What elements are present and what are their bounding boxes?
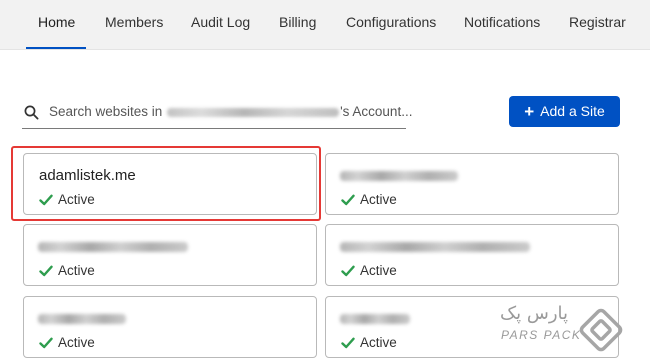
site-card[interactable]: Active [23,224,317,286]
search-placeholder-prefix: Search websites in [49,104,163,119]
tab-home[interactable]: Home [26,0,87,49]
search-icon [24,105,39,120]
tab-registrar-label: Registrar [569,14,626,30]
search-placeholder: Search websites in 's Account... [49,104,412,119]
site-card[interactable]: Active [325,153,619,215]
watermark-arabic-text: پارس پک [500,303,569,324]
highlight-box [11,146,321,221]
tab-billing[interactable]: Billing [279,0,316,49]
tab-notifications[interactable]: Notifications [464,0,540,49]
checkmark-icon [39,337,53,349]
search-placeholder-suffix: 's Account... [340,104,413,119]
redacted-site-name [340,314,410,324]
tab-home-label: Home [38,14,76,30]
redacted-site-name [38,242,188,252]
site-card[interactable]: Active [23,296,317,358]
checkmark-icon [341,337,355,349]
tab-bar: Home Members Audit Log Billing Configura… [0,0,650,50]
site-status: Active [341,263,397,278]
site-status-label: Active [58,263,95,278]
site-status: Active [39,263,95,278]
add-site-button[interactable]: + Add a Site [509,96,620,127]
site-status-label: Active [360,192,397,207]
site-status-label: Active [360,263,397,278]
site-status: Active [341,192,397,207]
checkmark-icon [39,265,53,277]
parspack-logo-icon [579,308,623,352]
tab-audit-log-label: Audit Log [191,14,251,30]
site-card[interactable]: Active [325,224,619,286]
checkmark-icon [341,265,355,277]
search-input[interactable]: Search websites in 's Account... [22,98,412,129]
tab-configurations[interactable]: Configurations [346,0,436,49]
parspack-watermark: پارس پک PARS PACK [500,303,646,359]
tab-members-label: Members [105,14,164,30]
checkmark-icon [341,194,355,206]
tab-configurations-label: Configurations [346,14,437,30]
tab-members[interactable]: Members [105,0,163,49]
tab-billing-label: Billing [279,14,317,30]
tab-registrar[interactable]: Registrar [569,0,626,49]
redacted-site-name [38,314,126,324]
tab-audit-log[interactable]: Audit Log [191,0,250,49]
site-status: Active [39,335,95,350]
site-status: Active [341,335,397,350]
site-status-label: Active [360,335,397,350]
watermark-english-text: PARS PACK [501,328,582,342]
add-site-label: Add a Site [540,103,605,119]
active-tab-indicator [26,47,87,49]
tab-notifications-label: Notifications [464,14,541,30]
redacted-site-name [340,242,530,252]
plus-icon: + [524,102,535,121]
redacted-account-email [167,107,340,117]
redacted-site-name [340,171,458,181]
site-status-label: Active [58,335,95,350]
